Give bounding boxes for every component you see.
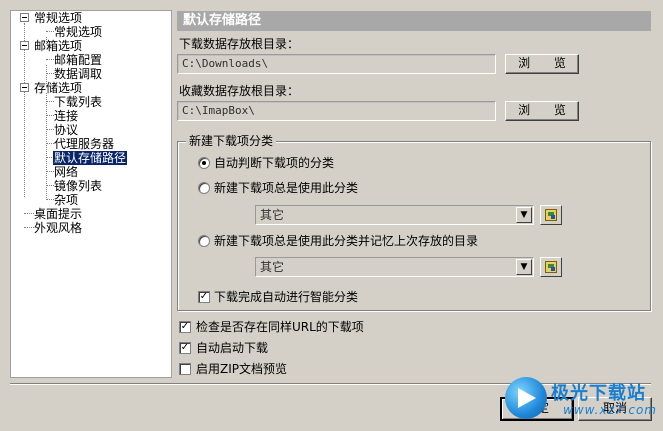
collect-root-label: 收藏数据存放根目录：	[179, 84, 300, 98]
collapse-icon[interactable]	[20, 83, 29, 92]
zip-preview-label[interactable]: 启用ZIP文档预览	[196, 362, 287, 376]
tree-item-label: 常规选项	[54, 25, 103, 39]
category-select-1-value: 其它	[260, 208, 285, 222]
auto-start-checkbox[interactable]: ✓	[179, 342, 191, 354]
check-same-url-checkbox[interactable]: ✓	[179, 321, 191, 333]
collapse-icon[interactable]	[20, 41, 29, 50]
tree-item-label: 杂项	[54, 193, 79, 207]
download-root-label: 下载数据存放根目录：	[179, 37, 300, 51]
radio-auto-category-label[interactable]: 自动判断下载项的分类	[214, 156, 334, 170]
chevron-down-icon[interactable]: ▼	[516, 259, 532, 275]
radio-fixed-remember-category[interactable]	[198, 235, 210, 247]
tree-item-general-options[interactable]: 常规选项	[53, 25, 103, 39]
tree-item-label: 连接	[54, 109, 79, 123]
tree-item-misc[interactable]: 杂项	[53, 193, 79, 207]
folder-picker-icon	[545, 209, 557, 221]
tree-item-label: 外观风格	[34, 221, 83, 235]
category-select-2-value: 其它	[260, 260, 285, 274]
zip-preview-checkbox[interactable]	[179, 363, 191, 375]
tree-item-network[interactable]: 网络	[53, 165, 79, 179]
category-picker-button-1[interactable]	[540, 205, 562, 225]
tree-item-label: 邮箱配置	[54, 53, 103, 67]
tree-item-label: 桌面提示	[34, 207, 83, 221]
tree-item-label: 代理服务器	[54, 137, 115, 151]
download-root-input[interactable]: C:\Downloads\	[177, 54, 496, 74]
tree-item-mirror-list[interactable]: 镜像列表	[53, 179, 103, 193]
tree-item-appearance[interactable]: 外观风格	[33, 221, 83, 235]
footer-separator	[10, 383, 651, 385]
tree-line	[46, 93, 47, 198]
ok-button[interactable]: 确定	[500, 397, 574, 421]
tree-item-label: 存储选项	[34, 81, 83, 95]
check-same-url-label[interactable]: 检查是否存在同样URL的下载项	[196, 320, 364, 334]
tree-item-mailbox-config[interactable]: 邮箱配置	[53, 53, 103, 67]
tree-item-default-path[interactable]: 默认存储路径	[53, 151, 128, 165]
chevron-down-icon[interactable]: ▼	[516, 207, 532, 223]
tree-item-label: 数据调取	[54, 67, 103, 81]
radio-fixed-category-label[interactable]: 新建下载项总是使用此分类	[214, 181, 358, 195]
collapse-icon[interactable]	[20, 13, 29, 22]
radio-fixed-remember-category-label[interactable]: 新建下载项总是使用此分类并记忆上次存放的目录	[214, 234, 478, 248]
tree-item-label: 邮箱选项	[34, 39, 83, 53]
radio-fixed-category[interactable]	[198, 182, 210, 194]
tree-item-mailbox[interactable]: 邮箱选项	[33, 39, 83, 53]
cancel-button[interactable]: 取消	[578, 397, 652, 421]
download-browse-button[interactable]: 浏 览	[505, 54, 579, 74]
collect-browse-button[interactable]: 浏 览	[505, 101, 579, 121]
category-group-legend: 新建下载项分类	[186, 134, 277, 148]
page-title: 默认存储路径	[177, 11, 651, 31]
tree-item-label: 网络	[54, 165, 79, 179]
tree-item-storage[interactable]: 存储选项	[33, 81, 83, 95]
tree-item-label: 镜像列表	[54, 179, 103, 193]
tree-item-desktop-tips[interactable]: 桌面提示	[33, 207, 83, 221]
tree-item-general[interactable]: 常规选项	[33, 11, 83, 25]
tree-item-label: 协议	[54, 123, 79, 137]
tree-item-label: 常规选项	[34, 11, 83, 25]
tree-item-connection[interactable]: 连接	[53, 109, 79, 123]
collect-root-input[interactable]: C:\ImapBox\	[177, 101, 496, 121]
tree-item-data-fetch[interactable]: 数据调取	[53, 67, 103, 81]
tree-item-label: 默认存储路径	[53, 151, 128, 165]
category-picker-button-2[interactable]	[540, 257, 562, 277]
tree-item-protocol[interactable]: 协议	[53, 123, 79, 137]
category-select-2[interactable]: 其它 ▼	[255, 257, 534, 277]
auto-start-label[interactable]: 自动启动下载	[196, 341, 268, 355]
smart-category-label[interactable]: 下载完成自动进行智能分类	[214, 290, 358, 304]
tree-item-proxy[interactable]: 代理服务器	[53, 137, 115, 151]
tree-item-label: 下载列表	[54, 95, 103, 109]
tree-item-download-list[interactable]: 下载列表	[53, 95, 103, 109]
radio-auto-category[interactable]	[198, 157, 210, 169]
smart-category-checkbox[interactable]: ✓	[198, 291, 210, 303]
folder-picker-icon	[545, 261, 557, 273]
options-tree[interactable]: 常规选项 常规选项 邮箱选项 邮箱配置 数据调取 存储选项 下载列表 连接 协议…	[10, 10, 172, 378]
category-select-1[interactable]: 其它 ▼	[255, 205, 534, 225]
